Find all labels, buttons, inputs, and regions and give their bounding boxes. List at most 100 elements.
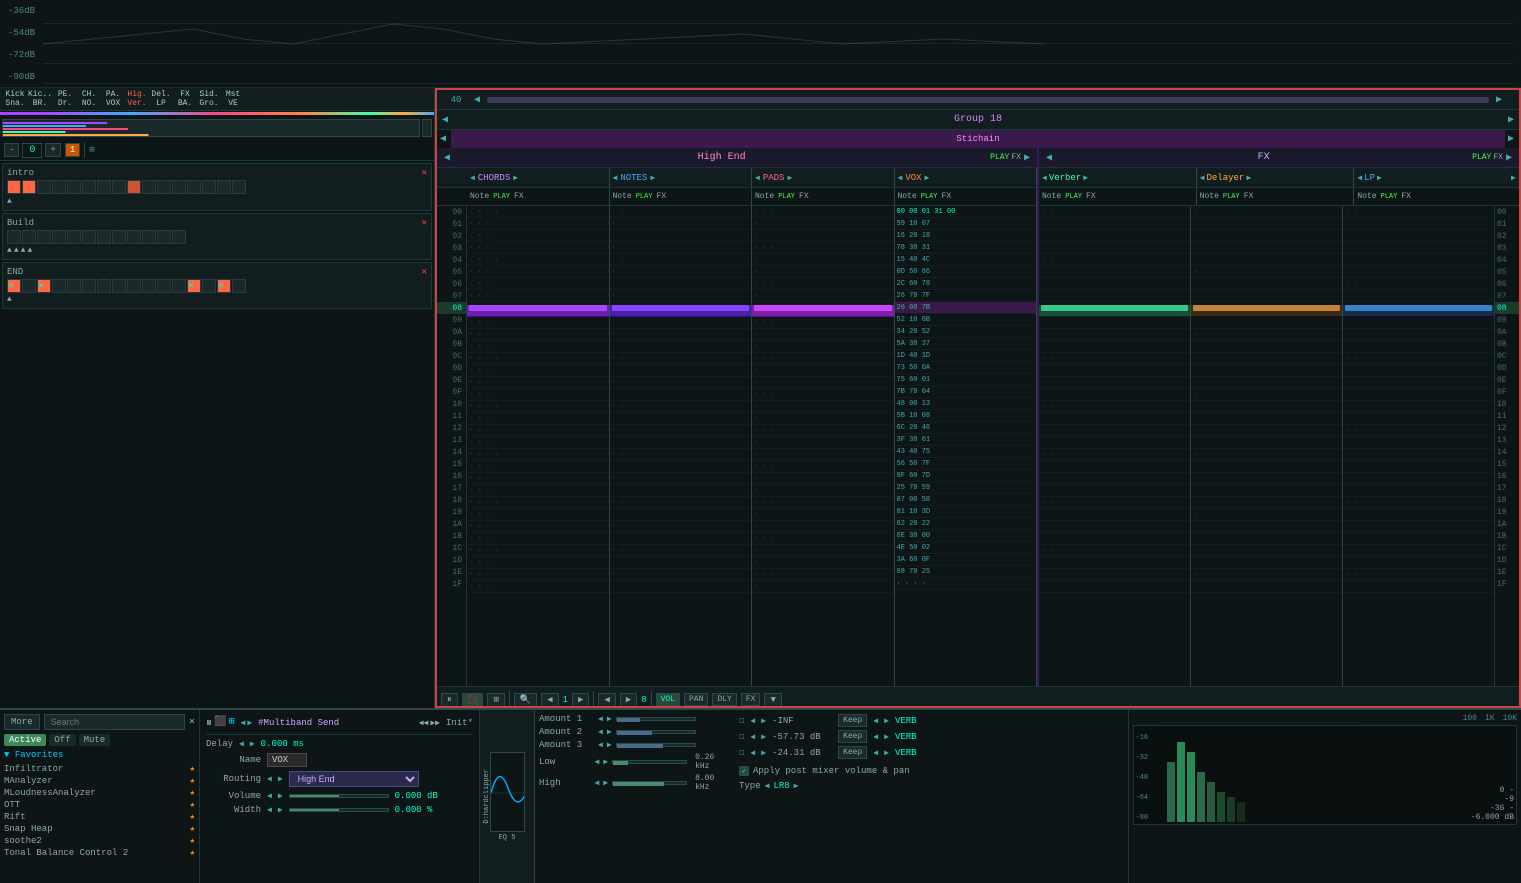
- width-nav-right[interactable]: ▶: [278, 805, 283, 815]
- type-nav-left[interactable]: ◀: [765, 781, 770, 791]
- chords-nav-left[interactable]: ◀: [470, 173, 475, 183]
- amount2-nav-right[interactable]: ▶: [607, 727, 612, 737]
- build-close[interactable]: ✕: [422, 218, 427, 228]
- track-hig[interactable]: Hig.Ver.: [126, 90, 148, 108]
- send2-checkbox[interactable]: ☐: [739, 732, 744, 742]
- fx-nav-left[interactable]: ◀: [1043, 152, 1055, 164]
- nav-left[interactable]: ◀: [471, 94, 483, 106]
- pattern-cell[interactable]: [82, 279, 96, 293]
- notes-nav-left[interactable]: ◀: [613, 173, 618, 183]
- track-kick[interactable]: KickSna.: [4, 90, 26, 108]
- extra-btn[interactable]: ▼: [764, 693, 781, 707]
- delay-nav-right[interactable]: ▶: [250, 739, 255, 749]
- pattern-cell[interactable]: ✕: [7, 279, 21, 293]
- send2-target-nav-left[interactable]: ◀: [873, 732, 878, 742]
- fav-item-manalyzer[interactable]: MAnalyzer★: [4, 775, 195, 787]
- pan-btn[interactable]: PAN: [684, 693, 708, 706]
- pattern-cell[interactable]: [112, 230, 126, 244]
- highend-nav-right[interactable]: ▶: [1021, 152, 1033, 164]
- pattern-cell[interactable]: [142, 279, 156, 293]
- amount1-nav-right[interactable]: ▶: [607, 714, 612, 724]
- pattern-cell[interactable]: [37, 230, 51, 244]
- plugin-nav-left[interactable]: ◀: [241, 718, 246, 728]
- fx-right-arrow[interactable]: ▶: [1511, 173, 1516, 183]
- pattern-cell[interactable]: [52, 230, 66, 244]
- fx-toolbar-btn[interactable]: FX: [741, 693, 761, 706]
- fav-item-rift[interactable]: Rift★: [4, 811, 195, 823]
- search-btn-toolbar[interactable]: 🔍: [514, 693, 537, 707]
- minus-btn[interactable]: -: [4, 143, 19, 157]
- pattern-num[interactable]: 1: [65, 143, 80, 157]
- pattern-cell[interactable]: [97, 230, 111, 244]
- pattern-cell[interactable]: [142, 180, 156, 194]
- track-pe[interactable]: PE.Dr.: [54, 90, 76, 108]
- plugin-enable-btn[interactable]: ⏸: [206, 716, 212, 730]
- type-nav-right[interactable]: ▶: [794, 781, 799, 791]
- grid-btn[interactable]: ⊞: [487, 693, 504, 707]
- fav-item-mloudness[interactable]: MLoudnessAnalyzer★: [4, 787, 195, 799]
- routing-dropdown[interactable]: High End: [289, 771, 419, 787]
- apply-checkbox[interactable]: ✓: [739, 766, 749, 776]
- track-sid[interactable]: Sid.Gro.: [198, 90, 220, 108]
- chain-nav-right[interactable]: ▶: [1505, 133, 1519, 145]
- pattern-cell[interactable]: [232, 180, 246, 194]
- notes-nav-right[interactable]: ▶: [650, 173, 655, 183]
- send2-nav-right[interactable]: ▶: [761, 732, 766, 742]
- pads-column[interactable]: · · ···· · ···· · ··· · ···· · ···· · ··…: [752, 206, 895, 686]
- pattern-cell[interactable]: ✕: [217, 279, 231, 293]
- pattern-cell[interactable]: [217, 180, 231, 194]
- track-del[interactable]: Del.LP: [150, 90, 172, 108]
- chords-nav-right[interactable]: ▶: [513, 173, 518, 183]
- send1-target-nav-left[interactable]: ◀: [873, 716, 878, 726]
- amount2-slider[interactable]: [616, 730, 696, 734]
- low-nav-right[interactable]: ▶: [603, 757, 608, 767]
- send1-keep[interactable]: Keep: [838, 714, 867, 727]
- pattern-cell[interactable]: [7, 180, 21, 194]
- verber-column[interactable]: · ·· ·· ·· ·· ·· ·· ·: [1039, 206, 1191, 686]
- pattern-cell[interactable]: ✕: [187, 279, 201, 293]
- width-nav-left[interactable]: ◀: [267, 805, 272, 815]
- group-nav-right[interactable]: ▶: [1505, 114, 1517, 126]
- track-fx[interactable]: FXBA.: [174, 90, 196, 108]
- delayer-nav-left[interactable]: ◀: [1200, 173, 1205, 183]
- off-badge[interactable]: Off: [49, 734, 75, 746]
- search-input[interactable]: [44, 714, 185, 730]
- pads-nav-left[interactable]: ◀: [755, 173, 760, 183]
- plus-btn[interactable]: +: [45, 143, 60, 157]
- pattern-cell[interactable]: [52, 180, 66, 194]
- amount3-slider[interactable]: [616, 743, 696, 747]
- volume-nav-right[interactable]: ▶: [278, 791, 283, 801]
- vox-nav-left[interactable]: ◀: [898, 173, 903, 183]
- pattern-cell[interactable]: [112, 180, 126, 194]
- send1-nav-left[interactable]: ◀: [750, 716, 755, 726]
- send1-nav-right[interactable]: ▶: [761, 716, 766, 726]
- pattern-cell[interactable]: [67, 180, 81, 194]
- send3-nav-left[interactable]: ◀: [750, 748, 755, 758]
- stop-btn[interactable]: ⬛: [462, 693, 484, 707]
- fav-item-ott[interactable]: OTT★: [4, 799, 195, 811]
- routing-nav-left[interactable]: ◀: [267, 774, 272, 784]
- send2-target-nav-right[interactable]: ▶: [884, 732, 889, 742]
- send3-target-nav-left[interactable]: ◀: [873, 748, 878, 758]
- pattern-cell[interactable]: [127, 279, 141, 293]
- end-close[interactable]: ✕: [422, 267, 427, 277]
- pattern-cell[interactable]: [202, 279, 216, 293]
- vox-nav-right[interactable]: ▶: [925, 173, 930, 183]
- volume-slider[interactable]: [289, 794, 389, 798]
- send1-checkbox[interactable]: ☐: [739, 716, 744, 726]
- pattern-cell[interactable]: [127, 230, 141, 244]
- low-nav-left[interactable]: ◀: [594, 757, 599, 767]
- lp-nav-right[interactable]: ▶: [1377, 173, 1382, 183]
- vol-btn[interactable]: VOL: [656, 693, 680, 706]
- search-close-btn[interactable]: ✕: [189, 716, 195, 728]
- amount3-nav-left[interactable]: ◀: [598, 740, 603, 750]
- nav-prev[interactable]: ◀: [541, 693, 558, 707]
- send2-nav-left[interactable]: ◀: [750, 732, 755, 742]
- pattern-cell[interactable]: [97, 180, 111, 194]
- pattern-cell[interactable]: [127, 180, 141, 194]
- track-mst[interactable]: MstVE: [222, 90, 244, 108]
- highend-nav-left[interactable]: ◀: [441, 152, 453, 164]
- routing-nav-right[interactable]: ▶: [278, 774, 283, 784]
- amount2-nav-left[interactable]: ◀: [598, 727, 603, 737]
- track-pa[interactable]: PA.VOX: [102, 90, 124, 108]
